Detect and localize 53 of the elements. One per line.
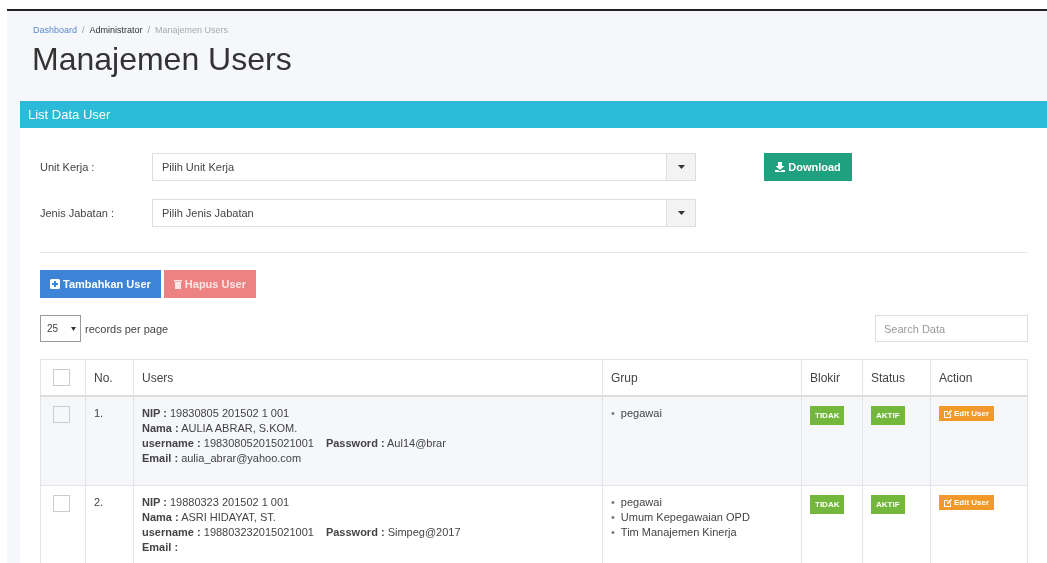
status-badge: AKTIF — [871, 495, 905, 514]
user-detail: Email : — [142, 540, 179, 555]
user-detail: Password : Simpeg@2017 — [325, 525, 461, 540]
user-detail: Nama : ASRI HIDAYAT, ST. — [142, 510, 276, 525]
user-detail: NIP : 19880323 201502 1 001 — [142, 495, 290, 510]
user-detail: Password : Aul14@brar — [325, 436, 446, 451]
panel-header: List Data User — [20, 101, 1047, 128]
caret-icon — [677, 165, 685, 169]
page-size-select[interactable]: 25 — [40, 315, 81, 342]
user-detail: Nama : AULIA ABRAR, S.KOM. — [142, 421, 298, 436]
filter-label: Unit Kerja : — [40, 161, 96, 173]
user-detail: NIP : 19830805 201502 1 001 — [142, 406, 290, 421]
status-badge: AKTIF — [871, 406, 905, 425]
page-size-label: records per page — [85, 322, 170, 335]
breadcrumb-item[interactable]: Dashboard — [33, 25, 78, 35]
group-item: pegawai — [620, 406, 662, 421]
plus-icon — [50, 279, 60, 289]
caret-icon — [71, 326, 76, 331]
group-item: Tim Manajemen Kinerja — [620, 525, 737, 540]
bullet: • — [611, 510, 615, 525]
download-icon — [775, 162, 786, 172]
breadcrumb-item: Administrator — [89, 25, 143, 35]
edit-user-button[interactable]: Edit User — [939, 495, 995, 510]
blokir-badge: TIDAK — [810, 406, 845, 425]
checkbox[interactable] — [53, 406, 70, 423]
filter-dropdown[interactable]: Pilih Jenis Jabatan — [152, 199, 696, 227]
checkbox[interactable] — [53, 369, 70, 386]
checkbox[interactable] — [53, 495, 70, 512]
page-title: Manajemen Users — [32, 41, 293, 79]
caret-icon — [677, 211, 685, 215]
filter-label: Jenis Jabatan : — [40, 207, 115, 219]
download-button[interactable]: Download — [764, 153, 852, 181]
group-item: pegawai — [620, 495, 662, 510]
breadcrumb-separator: / — [147, 25, 151, 35]
edit-icon — [944, 409, 952, 418]
breadcrumb-separator: / — [82, 25, 85, 35]
group-item: Umum Kepegawaian OPD — [620, 510, 750, 525]
delete-user-button[interactable]: Hapus User — [163, 270, 256, 298]
bullet: • — [611, 495, 615, 510]
search-field[interactable]: Search Data — [875, 315, 1028, 342]
table-cell: 1. — [85, 396, 134, 486]
add-user-button[interactable]: Tambahkan User — [40, 270, 161, 298]
bullet: • — [611, 525, 615, 540]
trash-icon — [173, 279, 182, 289]
user-detail: username : 198308052015021001 — [142, 436, 314, 451]
bullet: • — [611, 406, 615, 421]
breadcrumb-item: Manajemen Users — [155, 25, 229, 35]
user-detail: Email : aulia_abrar@yahoo.com — [142, 451, 302, 466]
blokir-badge: TIDAK — [810, 495, 845, 514]
filter-dropdown[interactable]: Pilih Unit Kerja — [152, 153, 696, 181]
edit-icon — [944, 498, 952, 507]
edit-user-button[interactable]: Edit User — [939, 406, 995, 421]
user-detail: username : 198803232015021001 — [142, 525, 314, 540]
